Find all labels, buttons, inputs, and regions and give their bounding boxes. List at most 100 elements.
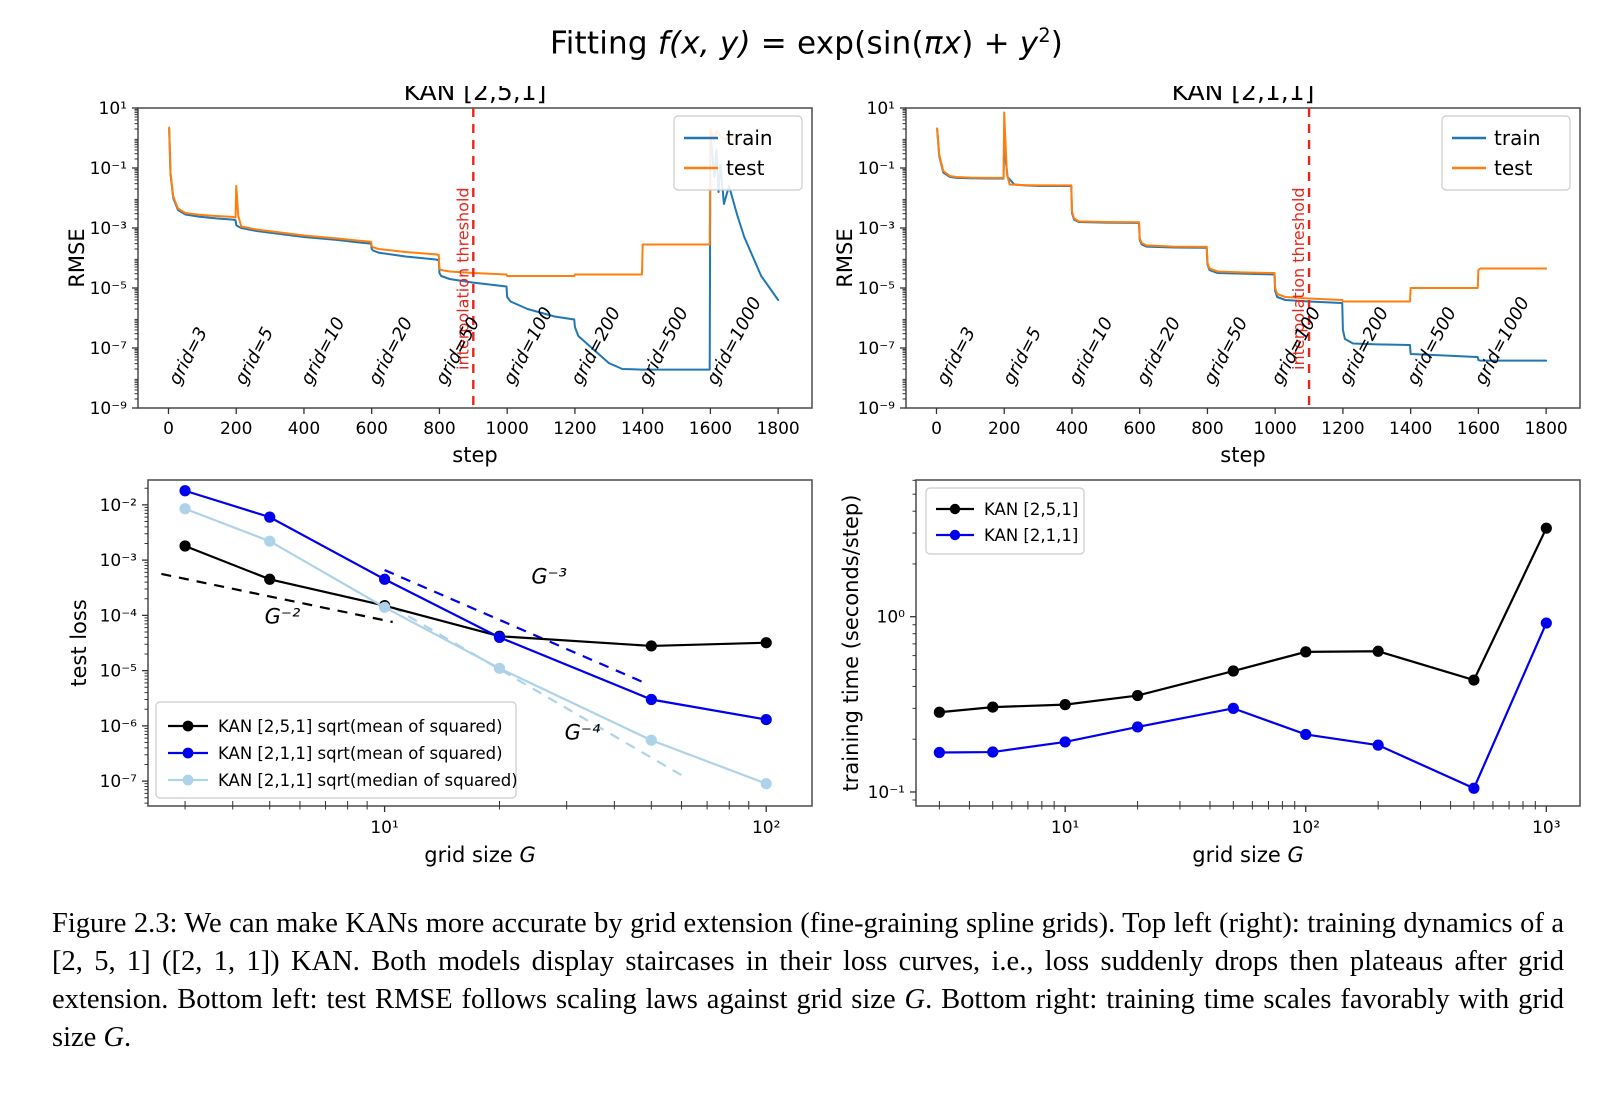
x-tick-label: 1600 (1457, 419, 1500, 439)
grid-annotation: grid=100 (499, 304, 557, 389)
grid-annotation: grid=10 (297, 314, 350, 389)
x-tick-label: 1600 (689, 419, 732, 439)
chart-legend: KAN [2,5,1] KAN [2,1,1] (925, 487, 1085, 555)
y-tick-label: 10⁻⁵ (100, 662, 137, 682)
suptitle-arguments: (x, y) (668, 25, 751, 62)
y-tick-label: 10⁻¹ (858, 159, 895, 179)
legend-marker-0 (182, 720, 194, 732)
data-point (1059, 736, 1071, 748)
chart-bottom-left: 10⁻² 10⁻³ 10⁻⁴ 10⁻⁵ 10⁻⁶ 10⁻⁷ 10¹ 10² grid size … (67, 479, 813, 867)
reference-slope-line (384, 569, 646, 684)
data-point (1372, 739, 1384, 751)
data-point (1227, 702, 1239, 714)
legend-label-0: KAN [2,5,1] (984, 500, 1078, 519)
legend-label-1: KAN [2,1,1] (984, 526, 1078, 545)
caption-line-1: Figure 2.3: We can make KANs more accura… (52, 908, 1300, 939)
chart-top-left: KAN [2,5,1] 10¹ 10⁻¹ 10⁻³ 10⁻⁵ 10⁻⁷ 10⁻⁹ 0 200 40… (65, 77, 813, 467)
y-tick-label: 10⁻⁴ (100, 606, 138, 626)
grid-annotation: grid=10 (1065, 314, 1118, 389)
suptitle-function-f: f (657, 25, 669, 62)
x-tick-label: 1000 (486, 419, 529, 439)
x-tick-label: 1200 (553, 419, 596, 439)
data-point (987, 746, 999, 758)
grid-annotation: grid=200 (567, 304, 625, 389)
chart-title: KAN [2,1,1] (1172, 86, 1315, 106)
legend-marker-1 (182, 747, 194, 759)
chart-legend: train test (673, 115, 803, 191)
caption-line-4-e: . (124, 1021, 132, 1053)
data-point (1468, 782, 1480, 794)
y-tick-label: 10⁻³ (858, 219, 895, 239)
data-point (933, 706, 945, 718)
slope-annotation: G⁻³ (531, 564, 567, 588)
grid-annotation: grid=3 (933, 324, 981, 388)
chart-legend: train test (1441, 115, 1571, 191)
data-point (645, 734, 657, 746)
y-tick-label: 10⁻⁹ (90, 399, 128, 419)
data-point (1300, 728, 1312, 741)
grid-annotation: grid=1000 (1470, 294, 1534, 389)
y-tick-label: 10⁻³ (90, 219, 127, 239)
x-tick-label: 800 (423, 419, 455, 439)
x-tick-label: 1800 (1524, 419, 1567, 439)
x-tick-label: 10² (1292, 818, 1320, 838)
x-tick-label: 800 (1191, 419, 1223, 439)
data-point (760, 713, 772, 726)
y-tick-label: 10⁻⁹ (858, 399, 896, 419)
data-point (987, 701, 999, 713)
x-tick-label: 200 (220, 419, 252, 439)
suptitle-superscript-2: 2 (1038, 24, 1051, 47)
data-point (179, 485, 191, 497)
legend-label-1: KAN [2,1,1] sqrt(mean of squared) (218, 744, 503, 763)
data-point (378, 601, 391, 613)
suptitle-pi-x: πx (923, 25, 962, 62)
x-tick-label: 600 (355, 419, 387, 439)
panel-bottom-left: 10⁻² 10⁻³ 10⁻⁴ 10⁻⁵ 10⁻⁶ 10⁻⁷ 10¹ 10² grid size … (60, 468, 820, 892)
x-tick-label: 0 (163, 419, 174, 439)
x-axis-label: grid size G (424, 843, 535, 867)
x-tick-label: 1200 (1321, 419, 1364, 439)
x-axis-label: step (452, 443, 497, 467)
data-point (1300, 646, 1312, 658)
data-point (1372, 645, 1384, 657)
y-tick-label: 10⁻⁵ (90, 279, 127, 299)
x-axis-label: grid size G (1192, 843, 1303, 867)
suptitle-equals-exp-sin: = exp(sin( (750, 25, 924, 62)
x-tick-label: 10² (752, 818, 780, 838)
suptitle-close-paren: ) (1050, 25, 1064, 62)
data-point (378, 573, 391, 585)
data-point (493, 662, 506, 674)
x-tick-label: 1400 (621, 419, 664, 439)
x-tick-label: 1400 (1389, 419, 1432, 439)
legend-label-0: KAN [2,5,1] sqrt(mean of squared) (218, 717, 503, 736)
data-point (1468, 674, 1480, 686)
grid-annotation: grid=500 (1403, 304, 1461, 389)
y-tick-label: 10⁻⁵ (858, 279, 895, 299)
legend-label-train: train (1494, 126, 1541, 150)
suptitle-prefix: Fitting (549, 25, 658, 62)
y-axis-label: training time (seconds/step) (839, 495, 863, 792)
legend-marker-2 (182, 774, 194, 786)
caption-line-4-a: size (851, 983, 905, 1015)
data-point (1131, 689, 1144, 702)
figure-caption: Figure 2.3: We can make KANs more accura… (52, 905, 1564, 1057)
x-tick-label: 10¹ (1051, 818, 1079, 838)
panel-top-right: KAN [2,1,1] 10¹ 10⁻¹ 10⁻³ 10⁻⁵ 10⁻⁷ 10⁻⁹ 0 200 40… (828, 77, 1588, 490)
y-tick-label: 10⁰ (877, 608, 906, 628)
legend-marker-1 (949, 529, 961, 541)
y-tick-label: 10⁻⁶ (100, 717, 138, 737)
y-tick-label: 10⁻¹ (868, 783, 905, 803)
x-tick-label: 1000 (1254, 419, 1297, 439)
grid-annotation: grid=20 (364, 314, 417, 389)
data-point (933, 746, 945, 759)
caption-G-1: G (904, 983, 926, 1015)
grid-annotation: grid=1000 (702, 294, 766, 389)
y-axis-label: RMSE (833, 228, 857, 287)
data-point (179, 540, 191, 552)
data-point (179, 503, 191, 515)
series-line-KAN [2,5,1] (939, 527, 1548, 714)
data-point (264, 511, 276, 523)
x-tick-label: 1800 (756, 419, 799, 439)
data-point (645, 640, 657, 652)
chart-legend: KAN [2,5,1] sqrt(mean of squared) KAN [2,… (155, 701, 518, 799)
